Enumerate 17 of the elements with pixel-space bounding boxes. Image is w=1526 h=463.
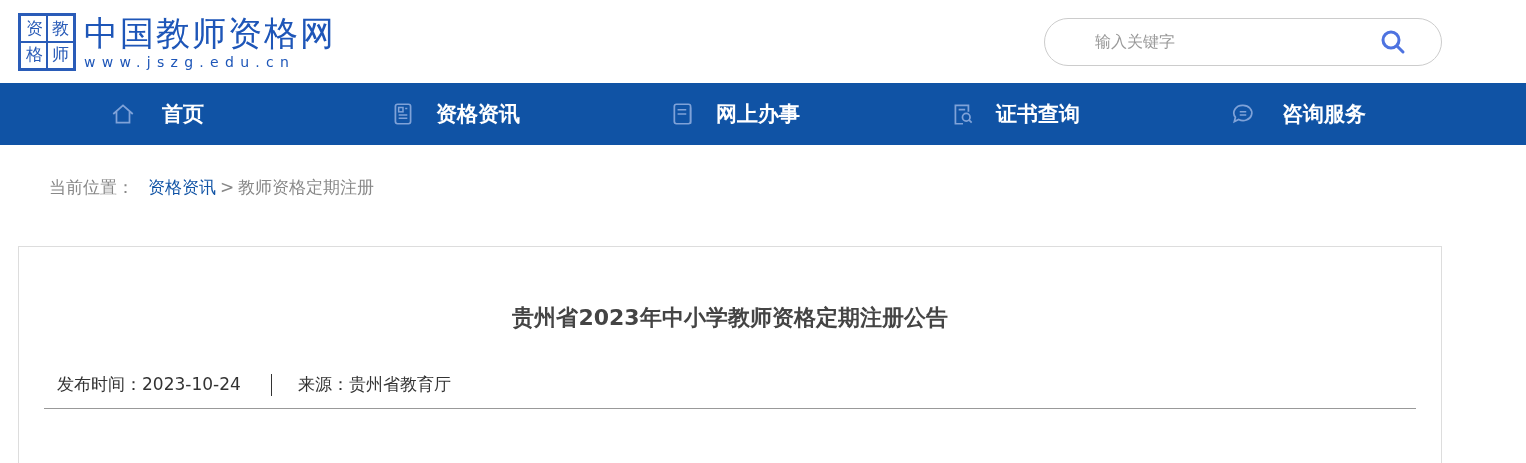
search-field[interactable]: 输入关键字 bbox=[1044, 17, 1442, 66]
article-title: 贵州省2023年中小学教师资格定期注册公告 bbox=[511, 304, 949, 332]
nav-item[interactable]: 网上办事 bbox=[670, 100, 950, 128]
nav-item[interactable]: 首页 bbox=[110, 100, 390, 128]
breadcrumb-link[interactable]: 资格资讯 bbox=[148, 175, 216, 199]
nav-item[interactable]: 咨询服务 bbox=[1230, 100, 1510, 128]
article-source: 来源：贵州省教育厅 bbox=[297, 373, 451, 396]
breadcrumb-separator: > bbox=[220, 177, 235, 197]
site-name: 中国教师资格网 bbox=[84, 12, 336, 53]
nav-item[interactable]: 资格资讯 bbox=[390, 100, 670, 128]
breadcrumb-current: 教师资格定期注册 bbox=[238, 175, 375, 199]
breadcrumb-label: 当前位置： bbox=[49, 175, 134, 199]
logo-mark: 资 教 格 师 bbox=[18, 12, 76, 71]
publish-date: 发布时间：2023-10-24 bbox=[57, 373, 241, 396]
search-icon[interactable] bbox=[1380, 28, 1406, 55]
nav-item[interactable]: 证书查询 bbox=[950, 100, 1230, 128]
site-url: www.jszg.edu.cn bbox=[84, 52, 297, 71]
